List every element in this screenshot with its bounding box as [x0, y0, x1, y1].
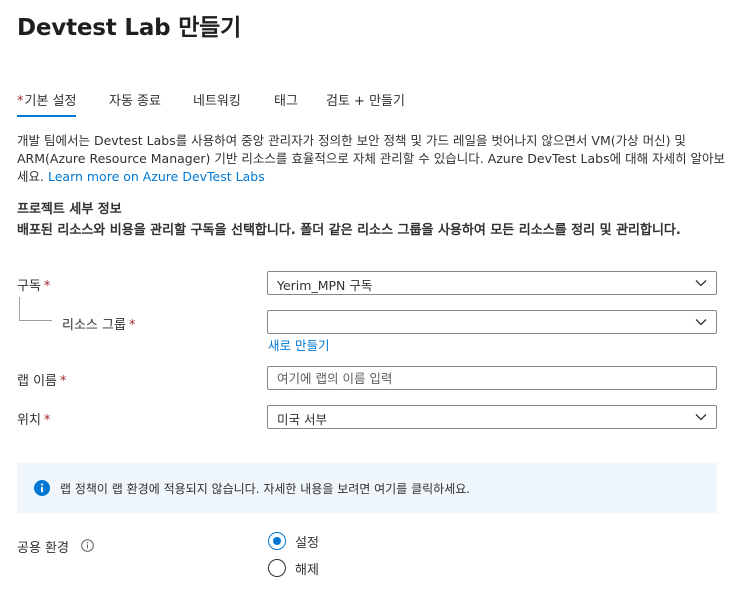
resource-group-dropdown[interactable] — [267, 310, 717, 334]
lab-name-field[interactable] — [267, 366, 717, 390]
lab-name-label: 랩 이름 * — [17, 370, 67, 389]
tree-connector-horizontal — [19, 320, 52, 321]
project-details-heading: 프로젝트 세부 정보 — [17, 202, 122, 217]
radio-option-off-label: 해제 — [295, 563, 319, 578]
create-new-resource-group-link[interactable]: 새로 만들기 — [268, 335, 329, 354]
tab-basics[interactable]: *기본 설정 — [17, 93, 77, 117]
subscription-label: 구독 * — [17, 275, 50, 294]
location-label-text: 위치 — [17, 413, 41, 428]
required-marker: * — [128, 318, 136, 333]
tab-tags[interactable]: 태그 — [274, 93, 298, 117]
subscription-label-text: 구독 — [17, 279, 41, 294]
create-devtest-lab-page: Devtest Lab 만들기 *기본 설정 자동 종료 네트워킹 태그 검토 … — [0, 0, 745, 592]
tab-networking[interactable]: 네트워킹 — [193, 93, 241, 117]
lab-name-input[interactable] — [268, 367, 716, 389]
chevron-down-icon — [695, 319, 707, 326]
chevron-down-icon — [695, 414, 707, 421]
intro-description: 개발 팀에서는 Devtest Labs를 사용하여 중앙 관리자가 정의한 보… — [17, 132, 729, 186]
tree-connector-vertical — [19, 297, 20, 321]
policy-info-text: 랩 정책이 랩 환경에 적용되지 않습니다. 자세한 내용을 보려면 여기를 클… — [60, 482, 471, 496]
lab-name-label-text: 랩 이름 — [17, 374, 58, 389]
required-marker: * — [43, 413, 51, 428]
required-marker: * — [60, 374, 67, 389]
resource-group-label: 리소스 그룹 * — [62, 314, 135, 333]
radio-option-on-label: 설정 — [295, 536, 319, 551]
required-marker: * — [43, 279, 51, 294]
subscription-value: Yerim_MPN 구독 — [277, 278, 373, 293]
subscription-dropdown[interactable]: Yerim_MPN 구독 — [267, 271, 717, 295]
location-label: 위치 * — [17, 409, 50, 428]
radio-button-on[interactable] — [268, 532, 286, 550]
location-value: 미국 서부 — [277, 412, 327, 427]
required-marker: * — [17, 94, 24, 109]
help-circle-icon[interactable] — [81, 539, 94, 552]
location-dropdown[interactable]: 미국 서부 — [267, 405, 717, 429]
page-title: Devtest Lab 만들기 — [17, 15, 242, 41]
tab-review-create[interactable]: 검토 + 만들기 — [326, 93, 405, 117]
project-details-description: 배포된 리소스와 비용을 관리할 구독을 선택합니다. 폴더 같은 리소스 그룹… — [17, 223, 681, 238]
chevron-down-icon — [695, 280, 707, 287]
info-icon — [34, 480, 50, 496]
tab-basics-label: 기본 설정 — [24, 94, 77, 109]
radio-button-off[interactable] — [268, 559, 286, 577]
learn-more-link[interactable]: Learn more on Azure DevTest Labs — [48, 169, 265, 184]
resource-group-label-text: 리소스 그룹 — [62, 318, 126, 333]
public-environment-label: 공용 환경 — [17, 541, 69, 556]
policy-info-bar[interactable]: 랩 정책이 랩 환경에 적용되지 않습니다. 자세한 내용을 보려면 여기를 클… — [17, 463, 717, 513]
tab-auto-shutdown[interactable]: 자동 종료 — [109, 93, 161, 117]
